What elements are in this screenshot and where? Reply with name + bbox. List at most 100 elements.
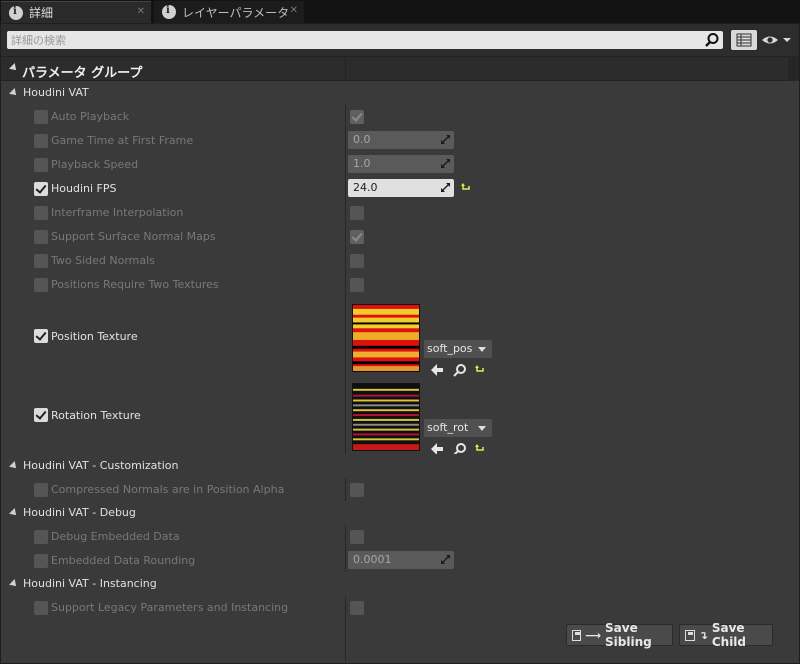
override-checkbox[interactable]	[34, 206, 48, 220]
info-icon	[9, 5, 23, 20]
override-checkbox[interactable]	[34, 329, 48, 343]
search-icon[interactable]	[704, 32, 720, 48]
collapse-arrow-icon[interactable]	[9, 579, 19, 589]
save-icon	[685, 629, 695, 641]
value-checkbox[interactable]	[350, 206, 364, 220]
arrow-down-right-icon: ↴	[698, 628, 708, 642]
value-checkbox[interactable]	[350, 254, 364, 268]
asset-dropdown[interactable]: soft_pos	[424, 340, 492, 358]
override-checkbox[interactable]	[34, 110, 48, 124]
override-checkbox[interactable]	[34, 601, 48, 615]
numeric-field[interactable]: 1.0	[348, 155, 454, 173]
reset-to-default-icon[interactable]	[461, 183, 471, 193]
tab-layer-parameters[interactable]: レイヤーパラメータ ✕	[154, 1, 304, 23]
save-sibling-button[interactable]: ⟶ Save Sibling	[566, 621, 673, 649]
category-houdini-vat-instancing[interactable]: Houdini VAT - Instancing	[1, 572, 788, 596]
close-icon[interactable]: ✕	[290, 5, 298, 16]
chevron-down-icon	[478, 426, 486, 431]
collapse-arrow-icon[interactable]	[9, 88, 19, 98]
numeric-field[interactable]: 0.0001	[348, 551, 454, 569]
param-row-embedded-data-rounding: Embedded Data Rounding 0.0001	[1, 549, 788, 573]
save-icon	[572, 629, 582, 641]
override-checkbox[interactable]	[34, 230, 48, 244]
category-houdini-vat-customization[interactable]: Houdini VAT - Customization	[1, 454, 788, 478]
param-label: Position Texture	[51, 330, 138, 343]
texture-thumbnail[interactable]	[352, 383, 420, 451]
browse-search-icon[interactable]	[453, 363, 467, 377]
category-label: Houdini VAT	[23, 86, 89, 99]
param-row-auto-playback: Auto Playback	[1, 105, 788, 129]
search-input[interactable]	[11, 32, 691, 48]
spin-arrows-icon[interactable]	[440, 134, 451, 145]
override-checkbox[interactable]	[34, 182, 48, 196]
override-checkbox[interactable]	[34, 278, 48, 292]
param-label: Interframe Interpolation	[51, 206, 184, 219]
param-label: Auto Playback	[51, 110, 130, 123]
search-row	[1, 24, 799, 56]
param-label: Debug Embedded Data	[51, 530, 180, 543]
value-checkbox[interactable]	[350, 110, 364, 124]
param-row-rotation-texture: Rotation Texture soft_rot	[1, 380, 788, 456]
spin-arrows-icon[interactable]	[440, 554, 451, 565]
numeric-field[interactable]: 0.0	[348, 131, 454, 149]
collapse-arrow-icon[interactable]	[9, 461, 19, 471]
tab-bar: 詳細 ✕ レイヤーパラメータ ✕	[0, 0, 800, 23]
reset-to-default-icon[interactable]	[475, 365, 485, 375]
value-checkbox[interactable]	[350, 230, 364, 244]
category-label: Houdini VAT - Customization	[23, 459, 179, 472]
save-child-button[interactable]: ↴ Save Child	[679, 621, 773, 649]
param-label: Support Surface Normal Maps	[51, 230, 216, 243]
value-checkbox[interactable]	[350, 278, 364, 292]
reset-to-default-icon[interactable]	[475, 444, 485, 454]
param-row-position-texture: Position Texture soft_pos	[1, 301, 788, 377]
param-row-legacy-instancing: Support Legacy Parameters and Instancing	[1, 596, 788, 620]
visibility-filter-button[interactable]	[761, 32, 793, 48]
category-label: Houdini VAT - Debug	[23, 506, 136, 519]
scrollbar[interactable]	[788, 56, 799, 81]
category-label: Houdini VAT - Instancing	[23, 577, 157, 590]
override-checkbox[interactable]	[34, 408, 48, 422]
collapse-arrow-icon[interactable]	[9, 63, 19, 73]
spin-arrows-icon[interactable]	[440, 182, 451, 193]
param-row-playback-speed: Playback Speed 1.0	[1, 153, 788, 177]
view-options-button[interactable]	[731, 30, 757, 50]
override-checkbox[interactable]	[34, 254, 48, 268]
override-checkbox[interactable]	[34, 554, 48, 568]
asset-dropdown[interactable]: soft_rot	[424, 419, 492, 437]
param-label: Compressed Normals are in Position Alpha	[51, 483, 285, 496]
chevron-down-icon	[478, 347, 486, 352]
override-checkbox[interactable]	[34, 483, 48, 497]
parameter-group-header[interactable]: パラメータ グループ	[1, 56, 788, 82]
value-checkbox[interactable]	[350, 483, 364, 497]
numeric-value: 0.0001	[353, 553, 392, 566]
param-label: Playback Speed	[51, 158, 139, 171]
texture-thumbnail[interactable]	[352, 304, 420, 372]
arrow-right-icon: ⟶	[585, 628, 601, 642]
override-checkbox[interactable]	[34, 158, 48, 172]
numeric-field[interactable]: 24.0	[348, 179, 454, 197]
param-row-compressed-normals: Compressed Normals are in Position Alpha	[1, 478, 788, 502]
spin-arrows-icon[interactable]	[440, 158, 451, 169]
category-houdini-vat[interactable]: Houdini VAT	[1, 81, 788, 105]
param-label: Embedded Data Rounding	[51, 554, 196, 567]
tab-details[interactable]: 詳細 ✕	[1, 1, 151, 23]
param-row-surface-normal-maps: Support Surface Normal Maps	[1, 225, 788, 249]
param-label: Two Sided Normals	[51, 254, 155, 267]
override-checkbox[interactable]	[34, 530, 48, 544]
eye-icon	[762, 36, 791, 44]
override-checkbox[interactable]	[34, 134, 48, 148]
value-checkbox[interactable]	[350, 530, 364, 544]
category-houdini-vat-debug[interactable]: Houdini VAT - Debug	[1, 501, 788, 525]
param-label: Game Time at First Frame	[51, 134, 194, 147]
save-child-label: Save Child	[711, 621, 747, 649]
numeric-value: 24.0	[353, 181, 378, 194]
value-checkbox[interactable]	[350, 601, 364, 615]
param-row-debug-embedded-data: Debug Embedded Data	[1, 525, 788, 549]
param-label: Houdini FPS	[51, 182, 117, 195]
tab-details-label: 詳細	[29, 6, 54, 20]
collapse-arrow-icon[interactable]	[9, 508, 19, 518]
use-selected-arrow-icon[interactable]	[430, 363, 444, 377]
close-icon[interactable]: ✕	[137, 6, 145, 17]
param-row-game-time: Game Time at First Frame 0.0	[1, 129, 788, 153]
details-panel: パラメータ グループ Houdini VAT Auto Playback Gam…	[0, 23, 800, 664]
